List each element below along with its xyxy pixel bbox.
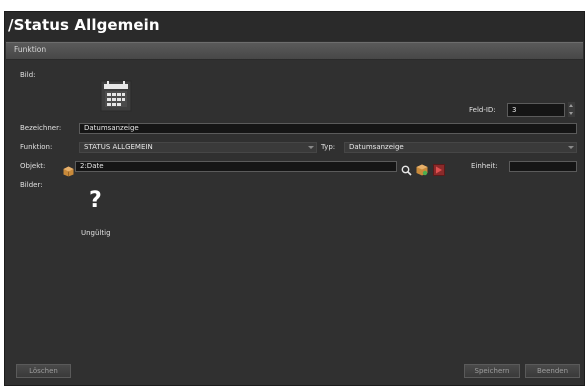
feld-id-label: Feld-ID: [469, 106, 496, 114]
calendar-icon[interactable] [98, 78, 134, 118]
section-header: Funktion [6, 42, 583, 60]
object-cube-icon [63, 162, 74, 181]
objekt-label: Objekt: [20, 162, 46, 170]
exit-button[interactable]: Beenden [525, 364, 580, 378]
save-button[interactable]: Speichern [464, 364, 520, 378]
objekt-input[interactable]: 2:Date [75, 161, 397, 172]
funktion-select[interactable]: STATUS ALLGEMEIN [79, 142, 317, 153]
bilder-label: Bilder: [20, 181, 43, 189]
chevron-down-icon[interactable] [568, 146, 574, 149]
spin-down-icon[interactable] [569, 112, 573, 115]
typ-label: Typ: [321, 143, 336, 151]
feld-id-input[interactable]: 3 [507, 103, 565, 117]
bild-label: Bild: [20, 71, 36, 79]
title-bar: /Status Allgemein [5, 12, 584, 41]
spin-up-icon[interactable] [569, 104, 573, 107]
feld-id-spinner[interactable] [568, 102, 575, 117]
window-title: /Status Allgemein [8, 16, 160, 34]
question-mark-icon[interactable]: ? [89, 188, 102, 213]
bezeichner-label: Bezeichner: [20, 124, 62, 132]
typ-select[interactable]: Datumsanzeige [344, 142, 577, 153]
bilder-caption: Ungültig [81, 229, 111, 237]
object-select-icon[interactable] [416, 161, 428, 180]
funktion-value: STATUS ALLGEMEIN [84, 143, 153, 151]
typ-value: Datumsanzeige [349, 143, 404, 151]
dialog-window: /Status Allgemein Funktion Bild: Feld-ID… [4, 11, 585, 386]
einheit-label: Einheit: [471, 162, 498, 170]
chevron-down-icon[interactable] [308, 146, 314, 149]
search-icon[interactable] [401, 161, 412, 180]
funktion-label: Funktion: [20, 143, 53, 151]
section-title: Funktion [14, 45, 47, 54]
delete-button[interactable]: Löschen [16, 364, 71, 378]
bezeichner-input[interactable]: Datumsanzeige [79, 123, 577, 134]
einheit-input[interactable] [509, 161, 577, 172]
delete-icon[interactable] [433, 161, 445, 180]
